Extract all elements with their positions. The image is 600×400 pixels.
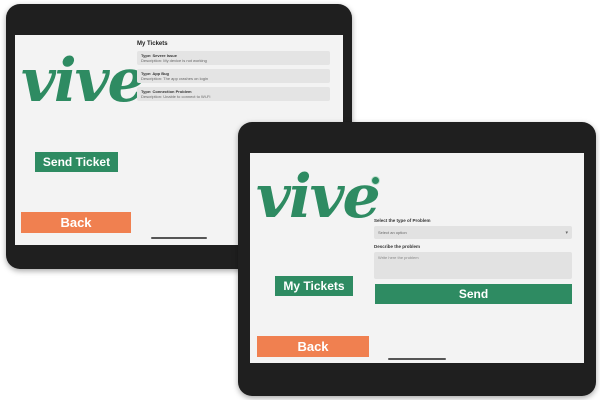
my-tickets-button[interactable]: My Tickets: [275, 276, 353, 296]
ticket-description: Description: My device is not working: [141, 58, 207, 63]
problem-type-select[interactable]: Select an option ▾: [374, 226, 572, 239]
ticket-description: Description: Unable to connect to Wi-Fi: [141, 94, 211, 99]
send-button[interactable]: Send: [375, 284, 572, 304]
tablet-send-ticket: vive My Tickets Back Select the type of …: [238, 122, 596, 396]
ticket-description: Description: The app crashes on login: [141, 76, 209, 81]
ticket-card[interactable]: Type: Connection Problem Description: Un…: [137, 87, 330, 101]
send-ticket-button[interactable]: Send Ticket: [35, 152, 118, 172]
describe-label: Describe the problem: [374, 244, 421, 249]
home-indicator: [388, 358, 446, 360]
problem-type-label: Select the type of Problem: [374, 218, 431, 223]
home-indicator: [151, 237, 207, 239]
chevron-down-icon: ▾: [565, 229, 568, 236]
my-tickets-title: My Tickets: [137, 41, 168, 47]
tablet-two-screen: vive My Tickets Back Select the type of …: [250, 153, 584, 363]
touch-cursor-icon: [371, 176, 380, 185]
ticket-card[interactable]: Type: Severe Issue Description: My devic…: [137, 51, 330, 65]
ticket-card[interactable]: Type: App Bug Description: The app crash…: [137, 69, 330, 83]
vive-logo: vive: [256, 162, 381, 232]
problem-type-select-value: Select an option: [378, 230, 407, 235]
vive-logo: vive: [21, 46, 146, 116]
back-button[interactable]: Back: [21, 212, 131, 233]
back-button[interactable]: Back: [257, 336, 369, 357]
describe-problem-field[interactable]: Write here the problem: [374, 252, 572, 279]
